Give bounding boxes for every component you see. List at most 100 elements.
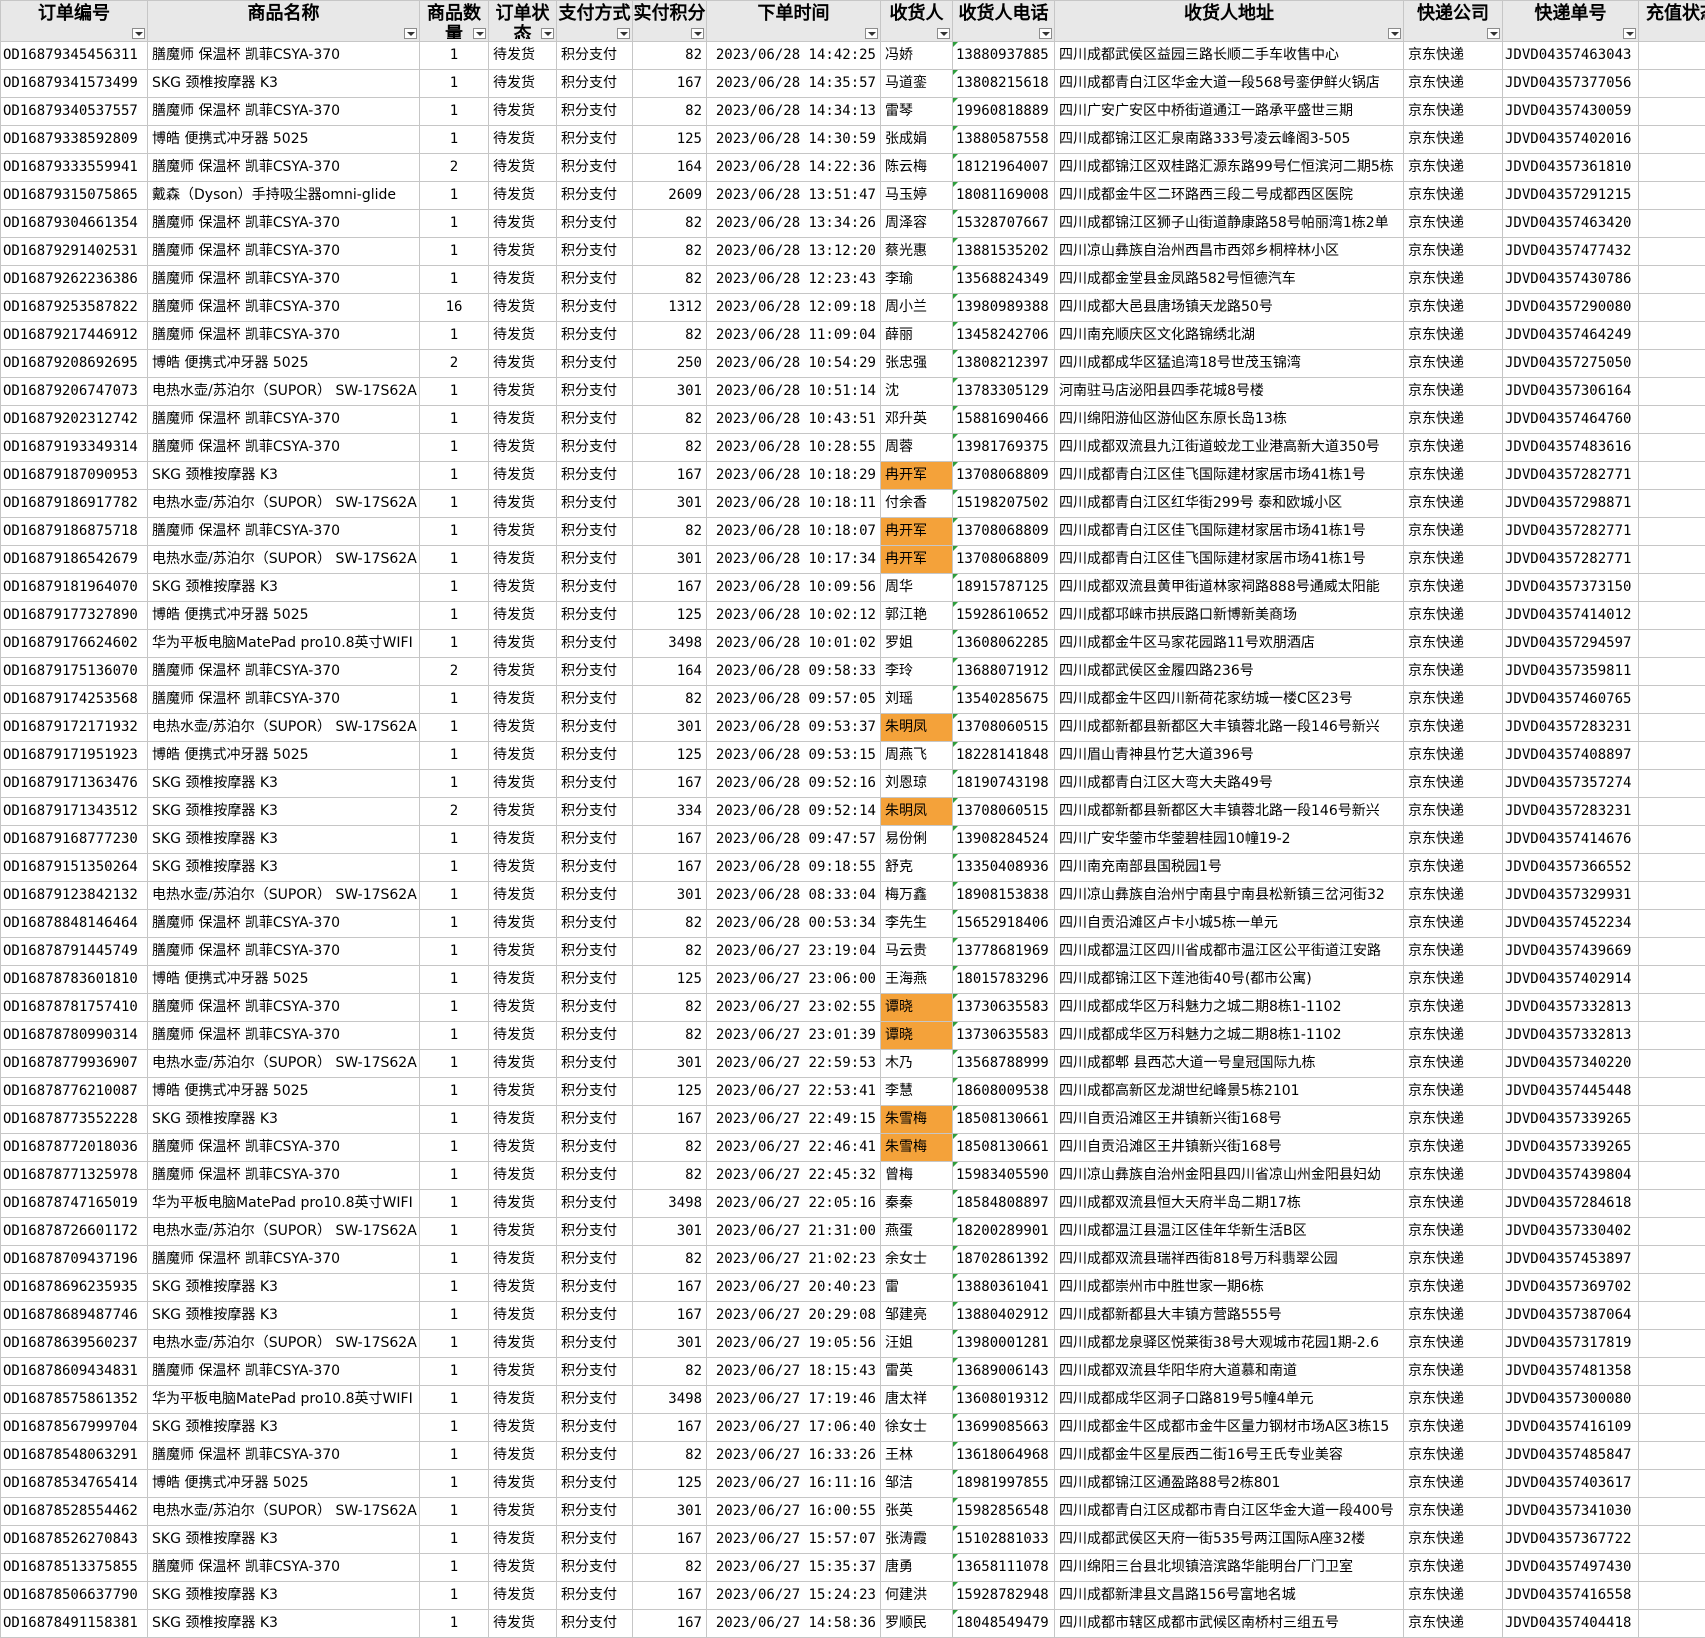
payment-method-cell[interactable]: 积分支付 [557,1246,633,1274]
quantity-cell[interactable]: 1 [420,1526,489,1554]
quantity-cell[interactable]: 2 [420,798,489,826]
order-status-cell[interactable]: 待发货 [489,1358,557,1386]
courier-cell[interactable]: 京东快递 [1404,1526,1503,1554]
product-name-cell[interactable]: SKG 颈椎按摩器 K3 [148,770,420,798]
courier-cell[interactable]: 京东快递 [1404,1246,1503,1274]
tracking-no-cell[interactable]: JDVD04357430786 [1503,266,1639,294]
receiver-address-cell[interactable]: 四川南充顺庆区文化路锦绣北湖 [1055,322,1404,350]
receiver-phone-cell[interactable]: 13708060515 [953,714,1055,742]
order-time-cell[interactable]: 2023/06/28 12:23:43 [707,266,881,294]
order-status-cell[interactable]: 待发货 [489,490,557,518]
courier-cell[interactable]: 京东快递 [1404,1162,1503,1190]
order-id-cell[interactable]: OD16879171951923 [1,742,148,770]
receiver-phone-cell[interactable]: 13980001281 [953,1330,1055,1358]
order-id-cell[interactable]: OD16879341573499 [1,70,148,98]
courier-cell[interactable]: 京东快递 [1404,1274,1503,1302]
courier-cell[interactable]: 京东快递 [1404,378,1503,406]
receiver-cell[interactable]: 罗顺民 [881,1610,953,1638]
payment-method-cell[interactable]: 积分支付 [557,798,633,826]
recharge-status-cell[interactable] [1639,1386,1705,1414]
receiver-phone-cell[interactable]: 13880361041 [953,1274,1055,1302]
courier-cell[interactable]: 京东快递 [1404,714,1503,742]
receiver-cell[interactable]: 朱雪梅 [881,1134,953,1162]
recharge-status-cell[interactable] [1639,434,1705,462]
order-status-cell[interactable]: 待发货 [489,42,557,70]
filter-dropdown-icon[interactable] [937,28,950,39]
filter-dropdown-icon[interactable] [1623,28,1636,39]
tracking-no-cell[interactable]: JDVD04357460765 [1503,686,1639,714]
paid-points-cell[interactable]: 125 [633,1470,707,1498]
paid-points-cell[interactable]: 167 [633,70,707,98]
receiver-address-cell[interactable]: 四川自贡沿滩区王井镇新兴街168号 [1055,1134,1404,1162]
quantity-cell[interactable]: 1 [420,1554,489,1582]
quantity-cell[interactable]: 1 [420,434,489,462]
receiver-cell[interactable]: 刘瑶 [881,686,953,714]
order-status-cell[interactable]: 待发货 [489,154,557,182]
payment-method-cell[interactable]: 积分支付 [557,1526,633,1554]
order-id-cell[interactable]: OD16878791445749 [1,938,148,966]
recharge-status-cell[interactable] [1639,266,1705,294]
courier-cell[interactable]: 京东快递 [1404,294,1503,322]
receiver-cell[interactable]: 唐太祥 [881,1386,953,1414]
courier-cell[interactable]: 京东快递 [1404,1582,1503,1610]
order-time-cell[interactable]: 2023/06/28 10:09:56 [707,574,881,602]
recharge-status-cell[interactable] [1639,1218,1705,1246]
quantity-cell[interactable]: 1 [420,238,489,266]
recharge-status-cell[interactable] [1639,70,1705,98]
order-id-cell[interactable]: OD16879253587822 [1,294,148,322]
order-status-cell[interactable]: 待发货 [489,1022,557,1050]
receiver-cell[interactable]: 雷 [881,1274,953,1302]
order-id-cell[interactable]: OD16879315075865 [1,182,148,210]
quantity-cell[interactable]: 1 [420,742,489,770]
payment-method-cell[interactable]: 积分支付 [557,1190,633,1218]
receiver-address-cell[interactable]: 四川绵阳游仙区游仙区东原长岛13栋 [1055,406,1404,434]
recharge-status-cell[interactable] [1639,770,1705,798]
product-name-cell[interactable]: 膳魔师 保温杯 凯菲CSYA-370 [148,910,420,938]
product-name-cell[interactable]: SKG 颈椎按摩器 K3 [148,1610,420,1638]
payment-method-cell[interactable]: 积分支付 [557,490,633,518]
order-time-cell[interactable]: 2023/06/28 10:43:51 [707,406,881,434]
receiver-address-cell[interactable]: 四川凉山彝族自治州西昌市西郊乡桐梓林小区 [1055,238,1404,266]
product-name-cell[interactable]: SKG 颈椎按摩器 K3 [148,1526,420,1554]
tracking-no-cell[interactable]: JDVD04357332813 [1503,1022,1639,1050]
receiver-cell[interactable]: 邹建亮 [881,1302,953,1330]
payment-method-cell[interactable]: 积分支付 [557,882,633,910]
payment-method-cell[interactable]: 积分支付 [557,1582,633,1610]
recharge-status-cell[interactable] [1639,154,1705,182]
product-name-cell[interactable]: 电热水壶/苏泊尔（SUPOR） SW-17S62A [148,1218,420,1246]
courier-cell[interactable]: 京东快递 [1404,70,1503,98]
receiver-address-cell[interactable]: 四川成都邛崃市拱辰路口新博新美商场 [1055,602,1404,630]
order-status-cell[interactable]: 待发货 [489,966,557,994]
tracking-no-cell[interactable]: JDVD04357408897 [1503,742,1639,770]
order-time-cell[interactable]: 2023/06/28 09:53:37 [707,714,881,742]
tracking-no-cell[interactable]: JDVD04357284618 [1503,1190,1639,1218]
receiver-cell[interactable]: 王林 [881,1442,953,1470]
recharge-status-cell[interactable] [1639,938,1705,966]
order-id-cell[interactable]: OD16878506637790 [1,1582,148,1610]
order-id-cell[interactable]: OD16879217446912 [1,322,148,350]
courier-cell[interactable]: 京东快递 [1404,154,1503,182]
recharge-status-cell[interactable] [1639,1470,1705,1498]
receiver-phone-cell[interactable]: 18608009538 [953,1078,1055,1106]
quantity-cell[interactable]: 1 [420,854,489,882]
receiver-address-cell[interactable]: 四川成都武侯区金履四路236号 [1055,658,1404,686]
payment-method-cell[interactable]: 积分支付 [557,938,633,966]
receiver-phone-cell[interactable]: 13730635583 [953,1022,1055,1050]
payment-method-cell[interactable]: 积分支付 [557,434,633,462]
product-name-cell[interactable]: SKG 颈椎按摩器 K3 [148,826,420,854]
receiver-cell[interactable]: 周燕飞 [881,742,953,770]
tracking-no-cell[interactable]: JDVD04357283231 [1503,714,1639,742]
order-status-cell[interactable]: 待发货 [489,1190,557,1218]
payment-method-cell[interactable]: 积分支付 [557,1106,633,1134]
order-id-cell[interactable]: OD16878776210087 [1,1078,148,1106]
payment-method-cell[interactable]: 积分支付 [557,994,633,1022]
paid-points-cell[interactable]: 167 [633,1526,707,1554]
courier-cell[interactable]: 京东快递 [1404,490,1503,518]
quantity-cell[interactable]: 1 [420,322,489,350]
order-id-cell[interactable]: OD16878773552228 [1,1106,148,1134]
tracking-no-cell[interactable]: JDVD04357282771 [1503,546,1639,574]
order-status-cell[interactable]: 待发货 [489,238,557,266]
quantity-cell[interactable]: 2 [420,658,489,686]
tracking-no-cell[interactable]: JDVD04357430059 [1503,98,1639,126]
order-time-cell[interactable]: 2023/06/28 10:01:02 [707,630,881,658]
